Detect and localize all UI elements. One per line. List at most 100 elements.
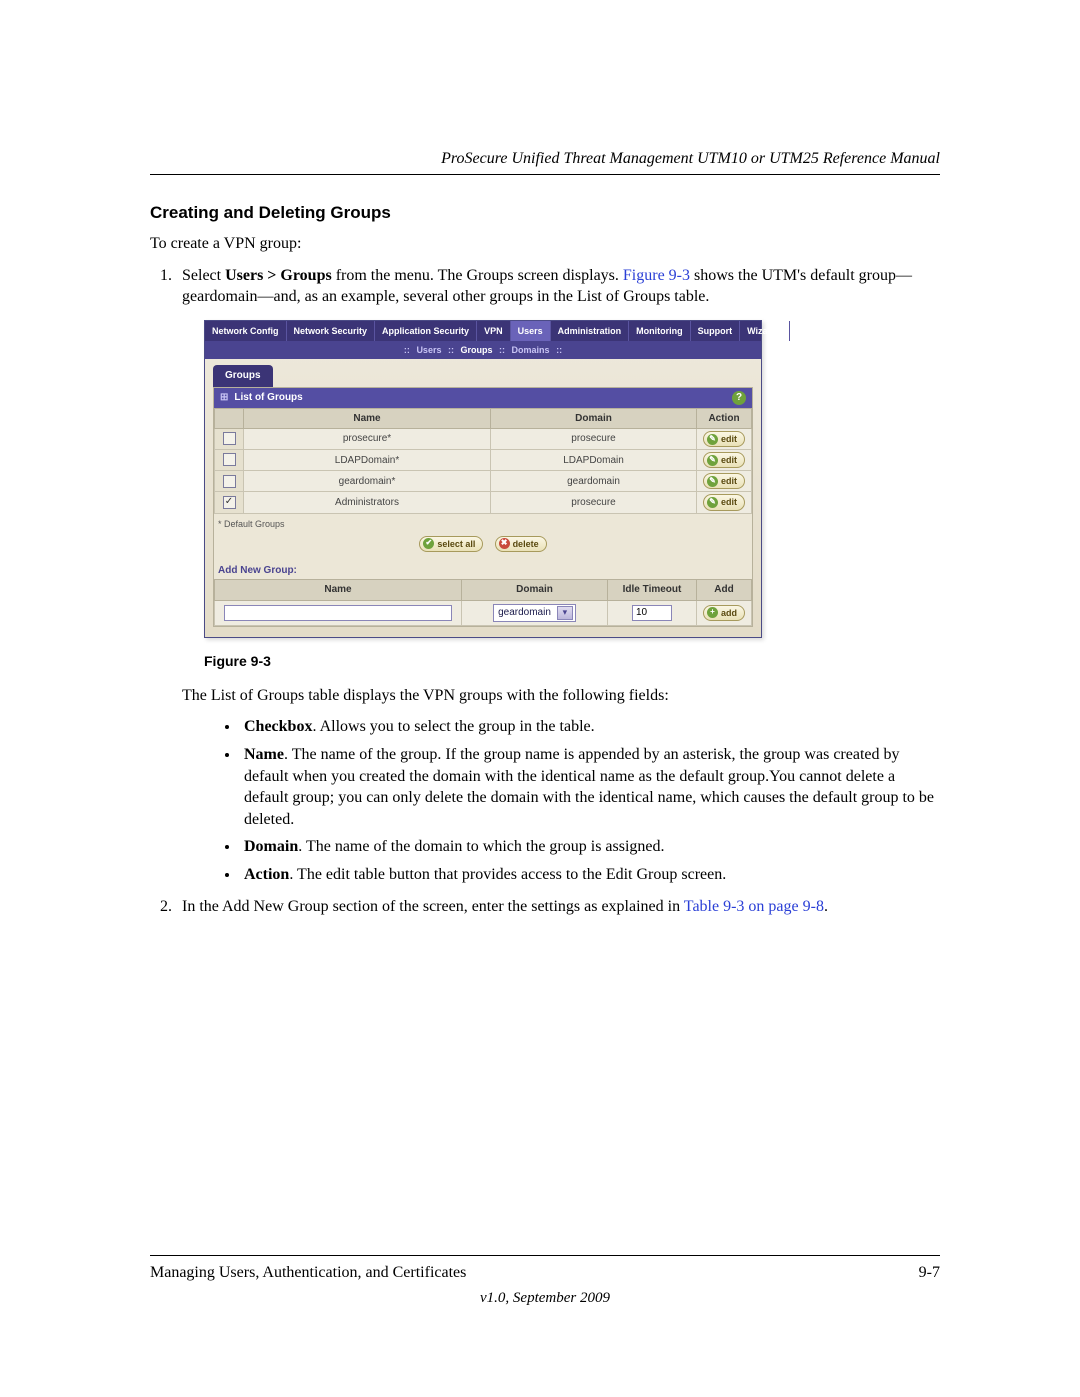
tab-wizards[interactable]: Wizards bbox=[740, 321, 789, 341]
tab-support[interactable]: Support bbox=[691, 321, 741, 341]
col-action: Action bbox=[697, 408, 752, 429]
edit-icon: ✎ bbox=[707, 497, 718, 508]
add-idle-input[interactable] bbox=[632, 605, 672, 621]
delete-label: delete bbox=[513, 538, 539, 550]
bullet-term: Action bbox=[244, 866, 289, 883]
row-checkbox[interactable] bbox=[223, 432, 236, 445]
row-checkbox[interactable] bbox=[223, 496, 236, 509]
step-1: Select Users > Groups from the menu. The… bbox=[176, 265, 940, 886]
sub-nav: :: Users :: Groups :: Domains :: bbox=[205, 341, 761, 359]
sub-nav-sep: :: bbox=[499, 345, 505, 355]
after-figure-paragraph: The List of Groups table displays the VP… bbox=[182, 685, 940, 707]
table-row: Administrators prosecure ✎edit bbox=[215, 492, 752, 513]
row-checkbox[interactable] bbox=[223, 475, 236, 488]
add-button[interactable]: + add bbox=[703, 605, 745, 621]
bullet-desc: . Allows you to select the group in the … bbox=[312, 718, 594, 735]
add-domain-select[interactable]: geardomain ▾ bbox=[493, 604, 576, 622]
edit-icon: ✎ bbox=[707, 434, 718, 445]
steps-list: Select Users > Groups from the menu. The… bbox=[150, 265, 940, 918]
edit-label: edit bbox=[721, 454, 737, 466]
sub-nav-groups[interactable]: Groups bbox=[461, 345, 493, 355]
bullet-desc: . The name of the domain to which the gr… bbox=[298, 838, 664, 855]
row-domain: LDAPDomain bbox=[491, 450, 697, 471]
tab-network-config[interactable]: Network Config bbox=[205, 321, 287, 341]
row-domain: prosecure bbox=[491, 492, 697, 513]
default-groups-footnote: * Default Groups bbox=[214, 514, 752, 532]
plus-icon: + bbox=[707, 607, 718, 618]
step2-post: . bbox=[824, 898, 828, 915]
edit-button[interactable]: ✎edit bbox=[703, 431, 745, 447]
tab-administration[interactable]: Administration bbox=[551, 321, 630, 341]
tab-network-security[interactable]: Network Security bbox=[287, 321, 376, 341]
row-name: Administrators bbox=[244, 492, 491, 513]
footer-version: v1.0, September 2009 bbox=[150, 1290, 940, 1307]
chevron-down-icon: ▾ bbox=[557, 606, 573, 620]
edit-label: edit bbox=[721, 433, 737, 445]
add-domain-selected: geardomain bbox=[498, 606, 551, 620]
select-all-button[interactable]: ✔ select all bbox=[419, 536, 483, 552]
field-bullets: Checkbox. Allows you to select the group… bbox=[182, 716, 940, 885]
section-title: Creating and Deleting Groups bbox=[150, 203, 940, 223]
footer-page-number: 9-7 bbox=[919, 1264, 940, 1282]
row-name: LDAPDomain* bbox=[244, 450, 491, 471]
step1-pre: Select bbox=[182, 267, 225, 284]
table-row: prosecure* prosecure ✎edit bbox=[215, 429, 752, 450]
bullet-desc: . The name of the group. If the group na… bbox=[244, 746, 934, 828]
help-icon[interactable]: ? bbox=[732, 391, 746, 405]
bullet-checkbox: Checkbox. Allows you to select the group… bbox=[240, 716, 940, 738]
table-9-3-link[interactable]: Table 9-3 on page 9-8 bbox=[684, 898, 824, 915]
row-checkbox[interactable] bbox=[223, 453, 236, 466]
col-domain: Domain bbox=[491, 408, 697, 429]
edit-button[interactable]: ✎edit bbox=[703, 452, 745, 468]
expand-icon[interactable]: ⊞ bbox=[220, 391, 228, 405]
sub-nav-sep: :: bbox=[448, 345, 454, 355]
row-domain: prosecure bbox=[491, 429, 697, 450]
panel-header: ⊞ List of Groups ? bbox=[214, 388, 752, 408]
edit-icon: ✎ bbox=[707, 455, 718, 466]
bullet-name: Name. The name of the group. If the grou… bbox=[240, 744, 940, 830]
step2-pre: In the Add New Group section of the scre… bbox=[182, 898, 684, 915]
sub-tab-groups[interactable]: Groups bbox=[213, 365, 273, 387]
footer-chapter-title: Managing Users, Authentication, and Cert… bbox=[150, 1264, 466, 1282]
add-name-input[interactable] bbox=[224, 605, 452, 621]
tab-application-security[interactable]: Application Security bbox=[375, 321, 477, 341]
col-name: Name bbox=[244, 408, 491, 429]
edit-button[interactable]: ✎edit bbox=[703, 494, 745, 510]
tab-vpn[interactable]: VPN bbox=[477, 321, 511, 341]
edit-label: edit bbox=[721, 496, 737, 508]
step1-menu-path: Users > Groups bbox=[225, 267, 332, 284]
col-checkbox bbox=[215, 408, 244, 429]
groups-panel: ⊞ List of Groups ? Name Domain Action bbox=[213, 387, 753, 627]
groups-table: Name Domain Action prosecure* prosecure … bbox=[214, 408, 752, 514]
add-row: geardomain ▾ + add bbox=[215, 600, 752, 625]
row-name: geardomain* bbox=[244, 471, 491, 492]
figure-9-3-link[interactable]: Figure 9-3 bbox=[623, 267, 690, 284]
tab-monitoring[interactable]: Monitoring bbox=[629, 321, 691, 341]
add-col-domain: Domain bbox=[462, 580, 608, 601]
running-header: ProSecure Unified Threat Management UTM1… bbox=[150, 150, 940, 168]
select-all-label: select all bbox=[437, 538, 475, 550]
figure-caption: Figure 9-3 bbox=[204, 652, 940, 671]
add-col-idle: Idle Timeout bbox=[608, 580, 697, 601]
check-icon: ✔ bbox=[423, 538, 434, 549]
sub-nav-sep: :: bbox=[404, 345, 410, 355]
sub-tab-row: Groups bbox=[205, 359, 761, 387]
add-col-name: Name bbox=[215, 580, 462, 601]
edit-button[interactable]: ✎edit bbox=[703, 473, 745, 489]
add-group-table: Name Domain Idle Timeout Add bbox=[214, 579, 752, 626]
bullet-desc: . The edit table button that provides ac… bbox=[289, 866, 726, 883]
delete-icon: ✖ bbox=[499, 538, 510, 549]
sub-nav-domains[interactable]: Domains bbox=[512, 345, 550, 355]
row-domain: geardomain bbox=[491, 471, 697, 492]
header-rule bbox=[150, 174, 940, 175]
step1-mid: from the menu. The Groups screen display… bbox=[332, 267, 623, 284]
bullet-action: Action. The edit table button that provi… bbox=[240, 864, 940, 886]
main-nav-tabs: Network Config Network Security Applicat… bbox=[205, 321, 761, 341]
sub-nav-users[interactable]: Users bbox=[416, 345, 441, 355]
table-buttons: ✔ select all ✖ delete bbox=[214, 532, 752, 558]
bullet-term: Checkbox bbox=[244, 718, 312, 735]
tab-users[interactable]: Users bbox=[511, 321, 551, 341]
delete-button[interactable]: ✖ delete bbox=[495, 536, 547, 552]
step-2: In the Add New Group section of the scre… bbox=[176, 896, 940, 918]
sub-nav-sep: :: bbox=[556, 345, 562, 355]
